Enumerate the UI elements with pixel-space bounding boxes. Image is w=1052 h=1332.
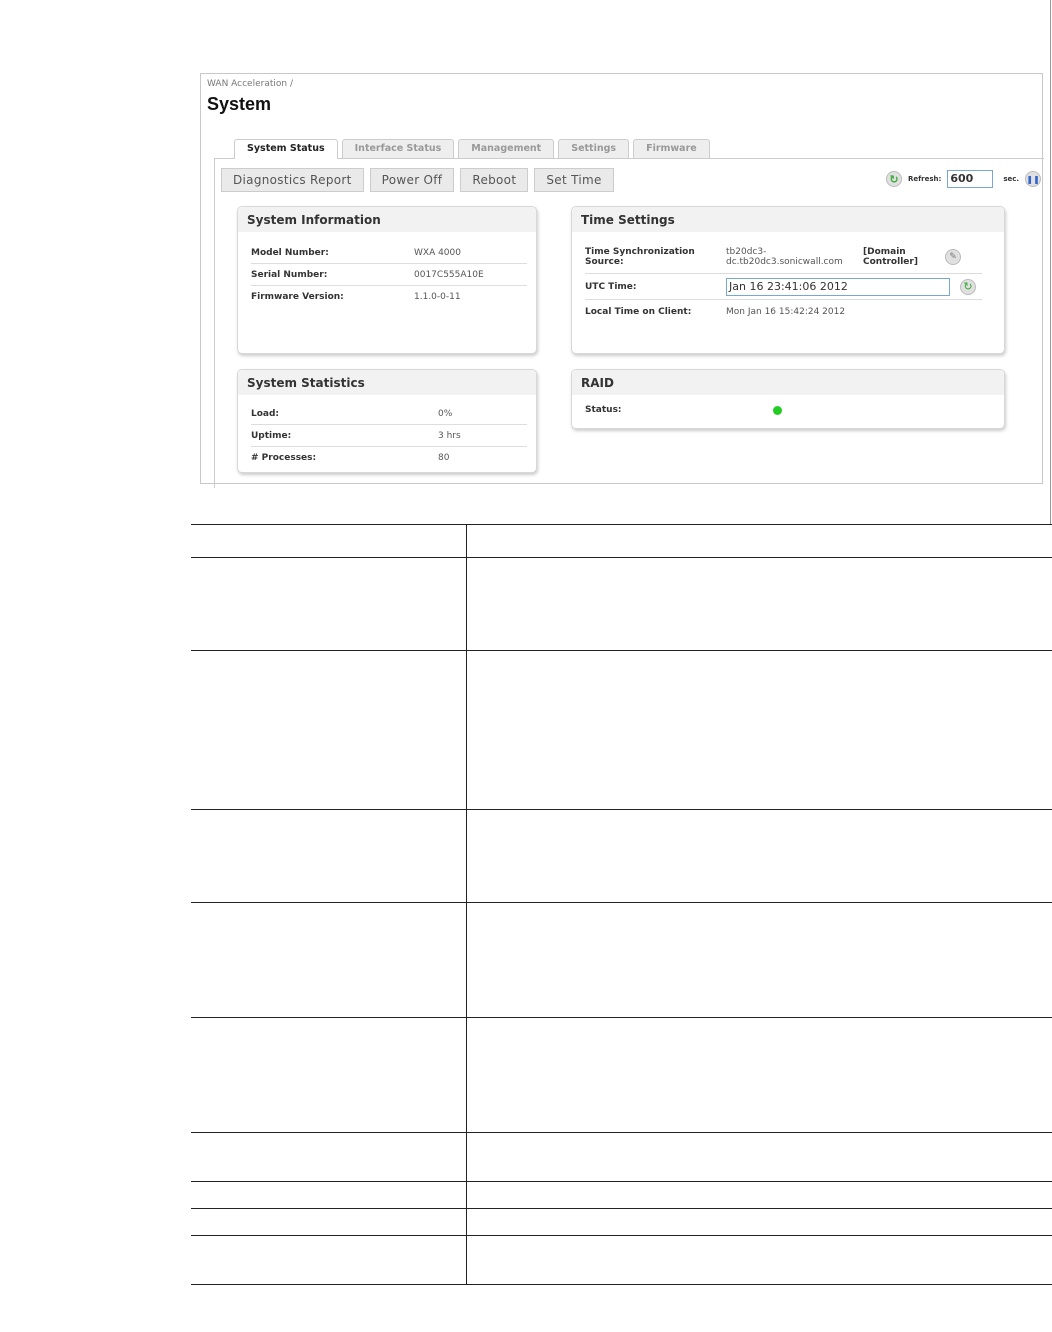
stat-row: # Processes: 80 (251, 447, 527, 469)
sync-time-icon[interactable]: ↻ (960, 278, 976, 295)
sync-source-type: [Domain Controller] (863, 246, 918, 267)
stat-row: Load: 0% (251, 403, 527, 425)
info-row: Model Number: WXA 4000 (251, 242, 527, 264)
row-label: Firmware Version: (251, 292, 344, 302)
row-value: 0017C555A10E (414, 269, 484, 280)
row-label: # Processes: (251, 453, 317, 463)
toolbar: Diagnostics Report Power Off Reboot Set … (221, 168, 614, 192)
time-settings-panel: Time Settings Time Synchronization Sourc… (571, 206, 1005, 354)
system-statistics-panel: System Statistics Load: 0% Uptime: 3 hrs #… (237, 369, 537, 473)
refresh-interval-input[interactable]: 600 (947, 170, 994, 188)
reboot-button[interactable]: Reboot (460, 168, 529, 192)
stat-row: Uptime: 3 hrs (251, 425, 527, 447)
utc-time-input[interactable]: Jan 16 23:41:06 2012 (726, 277, 950, 296)
raid-status-row: Status: (585, 395, 995, 425)
diagnostics-report-button[interactable]: Diagnostics Report (221, 168, 364, 192)
panel-title: System Statistics (238, 370, 536, 395)
row-value: 80 (438, 453, 450, 463)
panel-title: RAID (572, 370, 1004, 395)
panel-title: Time Settings (572, 207, 1004, 232)
row-label: Uptime: (251, 430, 292, 441)
pause-icon[interactable]: ❚❚ (1025, 171, 1042, 187)
row-label: UTC Time: (585, 281, 637, 292)
power-off-button[interactable]: Power Off (369, 168, 455, 192)
row-value: 3 hrs (438, 430, 461, 441)
table-row (191, 525, 1052, 558)
sync-source-value: tb20dc3-dc.tb20dc3.sonicwall.com (726, 246, 843, 267)
time-sync-row: Time Synchronization Source: tb20dc3-dc.… (585, 240, 982, 274)
breadcrumb[interactable]: WAN Acceleration / (207, 79, 293, 89)
refresh-unit: sec. (1003, 175, 1020, 183)
status-indicator-icon (773, 405, 782, 415)
edit-icon[interactable]: ✎ (945, 248, 961, 265)
row-label: Serial Number: (251, 269, 328, 280)
local-time-row: Local Time on Client: Mon Jan 16 15:42:2… (585, 300, 982, 324)
table-row (191, 651, 1052, 810)
info-row: Serial Number: 0017C555A10E (251, 264, 527, 286)
tab-bar: System Status Interface Status Managemen… (234, 139, 710, 159)
table-row (191, 903, 1052, 1018)
table-row (191, 558, 1052, 651)
description-table (191, 524, 1052, 1285)
row-label: Load: (251, 408, 280, 419)
table-row (191, 1018, 1052, 1133)
raid-panel: RAID Status: (571, 369, 1005, 429)
refresh-label: Refresh: (908, 175, 942, 183)
table-row (191, 1209, 1052, 1236)
info-row: Firmware Version: 1.1.0-0-11 (251, 286, 527, 308)
table-row (191, 810, 1052, 903)
panel-title: System Information (238, 207, 536, 232)
row-value: Mon Jan 16 15:42:24 2012 (726, 307, 846, 317)
refresh-icon[interactable]: ↻ (886, 171, 902, 187)
row-value: 1.1.0-0-11 (414, 292, 461, 302)
screenshot-frame: WAN Acceleration / System System Status … (200, 73, 1044, 488)
system-information-panel: System Information Model Number: WXA 4000… (237, 206, 537, 354)
row-label: Local Time on Client: (585, 307, 692, 317)
row-value: WXA 4000 (414, 247, 461, 258)
refresh-controls: ↻ Refresh: 600 sec. ❚❚ (886, 170, 1042, 188)
tab-management[interactable]: Management (458, 139, 555, 158)
utc-time-row: UTC Time: Jan 16 23:41:06 2012 ↻ (585, 274, 982, 300)
tab-interface-status[interactable]: Interface Status (341, 139, 455, 158)
row-label: Time Synchronization Source: (585, 246, 695, 267)
page-title: System (207, 94, 272, 114)
page-margin-line (1050, 0, 1051, 524)
table-row (191, 1133, 1052, 1182)
tab-system-status[interactable]: System Status (234, 139, 338, 159)
table-row (191, 1182, 1052, 1209)
tab-firmware[interactable]: Firmware (633, 139, 710, 158)
row-label: Status: (585, 405, 622, 415)
tab-settings[interactable]: Settings (558, 139, 630, 158)
row-value: 0% (438, 408, 453, 419)
set-time-button[interactable]: Set Time (534, 168, 614, 192)
table-row (191, 1236, 1052, 1285)
row-label: Model Number: (251, 247, 329, 258)
